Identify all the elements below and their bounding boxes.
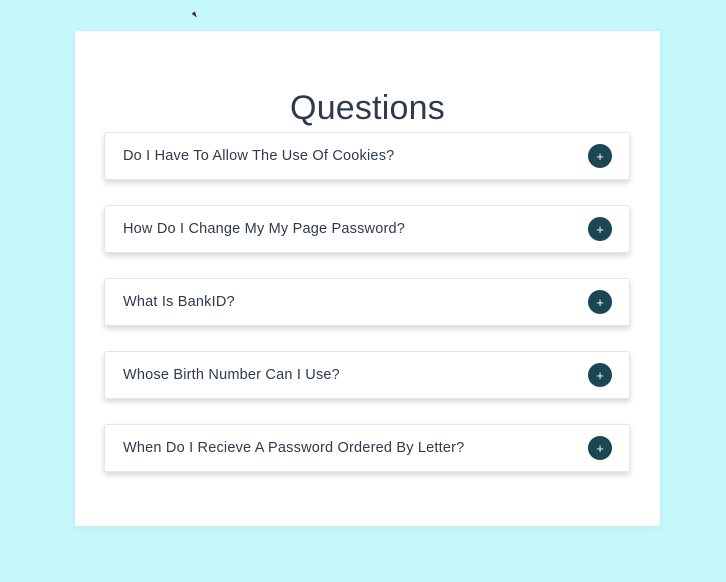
plus-icon[interactable]: + [588,363,612,387]
plus-icon[interactable]: + [588,217,612,241]
faq-item[interactable]: Whose Birth Number Can I Use? + [104,351,630,399]
plus-icon[interactable]: + [588,290,612,314]
faq-question: Do I Have To Allow The Use Of Cookies? [123,148,395,164]
faq-item[interactable]: How Do I Change My My Page Password? + [104,205,630,253]
faq-item[interactable]: Do I Have To Allow The Use Of Cookies? + [104,132,630,180]
mouse-cursor [191,11,199,19]
plus-icon[interactable]: + [588,436,612,460]
faq-question: When Do I Recieve A Password Ordered By … [123,440,465,456]
plus-icon[interactable]: + [588,144,612,168]
page-title: Questions [290,89,445,127]
faq-question: Whose Birth Number Can I Use? [123,367,340,383]
faq-question: What Is BankID? [123,294,235,310]
faq-item[interactable]: When Do I Recieve A Password Ordered By … [104,424,630,472]
faq-list: Do I Have To Allow The Use Of Cookies? +… [104,132,630,497]
faq-item[interactable]: What Is BankID? + [104,278,630,326]
faq-question: How Do I Change My My Page Password? [123,221,406,237]
